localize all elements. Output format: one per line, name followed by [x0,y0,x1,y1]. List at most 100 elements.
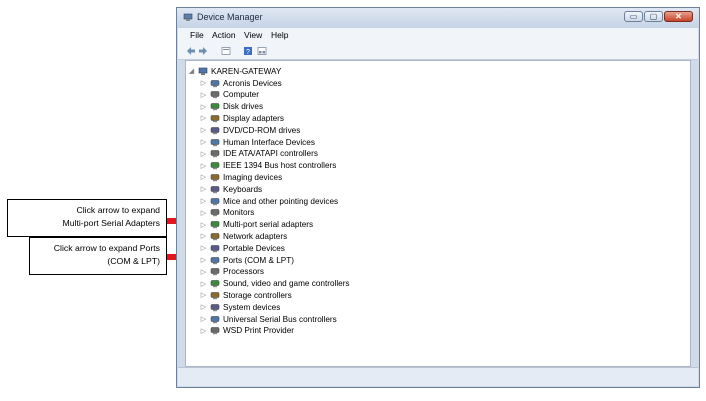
tree-root[interactable]: ◢ KAREN-GATEWAY [188,65,282,77]
menu-view[interactable]: View [244,30,262,40]
computer-icon [198,67,208,76]
expand-arrow-icon[interactable]: ▷ [200,221,207,229]
tree-item[interactable]: ▷ IDE ATA/ATAPI controllers [200,148,318,160]
expand-arrow-icon[interactable]: ▷ [200,150,207,158]
tree-item[interactable]: ▷ Monitors [200,207,255,219]
tree-item[interactable]: ▷ Multi-port serial adapters [200,219,313,231]
expand-arrow-icon[interactable]: ▷ [200,303,207,311]
tree-item-label: DVD/CD-ROM drives [223,125,301,135]
expand-arrow-icon[interactable]: ▷ [200,256,207,264]
tree-item-label: IEEE 1394 Bus host controllers [223,161,337,171]
device-tree: ◢ KAREN-GATEWAY ▷ Acronis Devices ▷ Compute… [185,60,691,367]
monitor-icon [210,208,220,217]
hid-icon [210,138,220,147]
computer-icon [210,90,220,99]
expand-arrow-icon[interactable]: ▷ [200,209,207,217]
tree-item[interactable]: ▷ WSD Print Provider [200,325,294,337]
expand-arrow-icon[interactable]: ▷ [200,114,207,122]
expand-arrow-icon[interactable]: ▷ [200,162,207,170]
toolbar: ? [178,43,698,60]
keyboard-icon [210,185,220,194]
tree-item[interactable]: ▷ System devices [200,301,281,313]
tree-item[interactable]: ▷ DVD/CD-ROM drives [200,124,301,136]
title-bar[interactable]: Device Manager ▭ ▢ ✕ [177,8,699,28]
tree-item[interactable]: ▷ Portable Devices [200,242,285,254]
device-icon [210,79,220,88]
tree-item[interactable]: ▷ Universal Serial Bus controllers [200,313,337,325]
camera-icon [210,173,220,182]
svg-text:?: ? [246,49,250,56]
expand-arrow-icon[interactable]: ▷ [200,91,207,99]
tree-item[interactable]: ▷ Disk drives [200,101,263,113]
disk-icon [210,102,220,111]
tree-item[interactable]: ▷ Storage controllers [200,289,292,301]
tree-item-label: Ports (COM & LPT) [223,255,294,265]
menu-action[interactable]: Action [212,30,236,40]
expand-arrow-icon[interactable]: ▷ [200,232,207,240]
port-icon [210,256,220,265]
minimize-button[interactable]: ▭ [624,11,643,22]
tree-item-label: Monitors [223,208,255,218]
close-button[interactable]: ✕ [664,11,693,22]
processor-icon [210,267,220,276]
callout-ports: Click arrow to expand Ports (COM & LPT) [29,237,167,275]
tree-item-label: IDE ATA/ATAPI controllers [223,149,318,159]
tree-item-label: Keyboards [223,184,263,194]
tree-item-label: Universal Serial Bus controllers [223,314,337,324]
expand-arrow-icon[interactable]: ▷ [200,173,207,181]
expand-arrow-icon[interactable]: ▷ [200,126,207,134]
tree-item-label: WSD Print Provider [223,326,294,336]
tree-item[interactable]: ▷ Ports (COM & LPT) [200,254,294,266]
tree-item[interactable]: ▷ Acronis Devices [200,77,282,89]
tree-item[interactable]: ▷ Imaging devices [200,171,282,183]
tree-item-label: Portable Devices [223,243,285,253]
collapse-arrow-icon[interactable]: ◢ [188,67,195,75]
tree-item[interactable]: ▷ Network adapters [200,230,287,242]
forward-icon[interactable] [198,46,208,56]
tree-item-label: Multi-port serial adapters [223,220,314,230]
tree-item[interactable]: ▷ Computer [200,89,259,101]
expand-arrow-icon[interactable]: ▷ [200,327,207,335]
callout-multiport: Click arrow to expand Multi-port Serial … [7,199,167,237]
expand-arrow-icon[interactable]: ▷ [200,185,207,193]
menu-help[interactable]: Help [271,30,288,40]
tree-item[interactable]: ▷ Keyboards [200,183,262,195]
expand-arrow-icon[interactable]: ▷ [200,79,207,87]
tree-item-label: Network adapters [223,231,288,241]
tree-item-label: Imaging devices [223,172,283,182]
portable-icon [210,244,220,253]
view-icon[interactable] [257,46,267,56]
tree-item-label: Storage controllers [223,290,292,300]
expand-arrow-icon[interactable]: ▷ [200,291,207,299]
expand-arrow-icon[interactable]: ▷ [200,268,207,276]
expand-arrow-icon[interactable]: ▷ [200,315,207,323]
callout-ports-line2: (COM & LPT) [107,256,160,266]
tree-item-label: Mice and other pointing devices [223,196,339,206]
help-icon[interactable]: ? [243,46,253,56]
tree-item[interactable]: ▷ Human Interface Devices [200,136,315,148]
tree-item[interactable]: ▷ Sound, video and game controllers [200,278,350,290]
expand-arrow-icon[interactable]: ▷ [200,138,207,146]
tree-item-label: Acronis Devices [223,78,282,88]
maximize-button[interactable]: ▢ [644,11,663,22]
device-manager-window: Device Manager ▭ ▢ ✕ File Action View He… [176,7,700,388]
storage-icon [210,291,220,300]
expand-arrow-icon[interactable]: ▷ [200,103,207,111]
back-icon[interactable] [186,46,196,56]
callout-ports-line1: Click arrow to expand Ports [53,243,160,253]
menu-bar: File Action View Help [178,28,698,43]
tree-item-label: Disk drives [223,102,264,112]
tree-item[interactable]: ▷ Mice and other pointing devices [200,195,338,207]
menu-file[interactable]: File [190,30,204,40]
tree-item[interactable]: ▷ IEEE 1394 Bus host controllers [200,160,337,172]
network-icon [210,232,220,241]
expand-arrow-icon[interactable]: ▷ [200,197,207,205]
device-manager-icon [183,13,193,21]
tree-item[interactable]: ▷ Processors [200,266,264,278]
properties-icon[interactable] [221,46,231,56]
tree-item[interactable]: ▷ Display adapters [200,112,284,124]
expand-arrow-icon[interactable]: ▷ [200,280,207,288]
expand-arrow-icon[interactable]: ▷ [200,244,207,252]
callout-multiport-line2: Multi-port Serial Adapters [62,218,160,228]
minimize-icon: ▭ [629,12,638,21]
